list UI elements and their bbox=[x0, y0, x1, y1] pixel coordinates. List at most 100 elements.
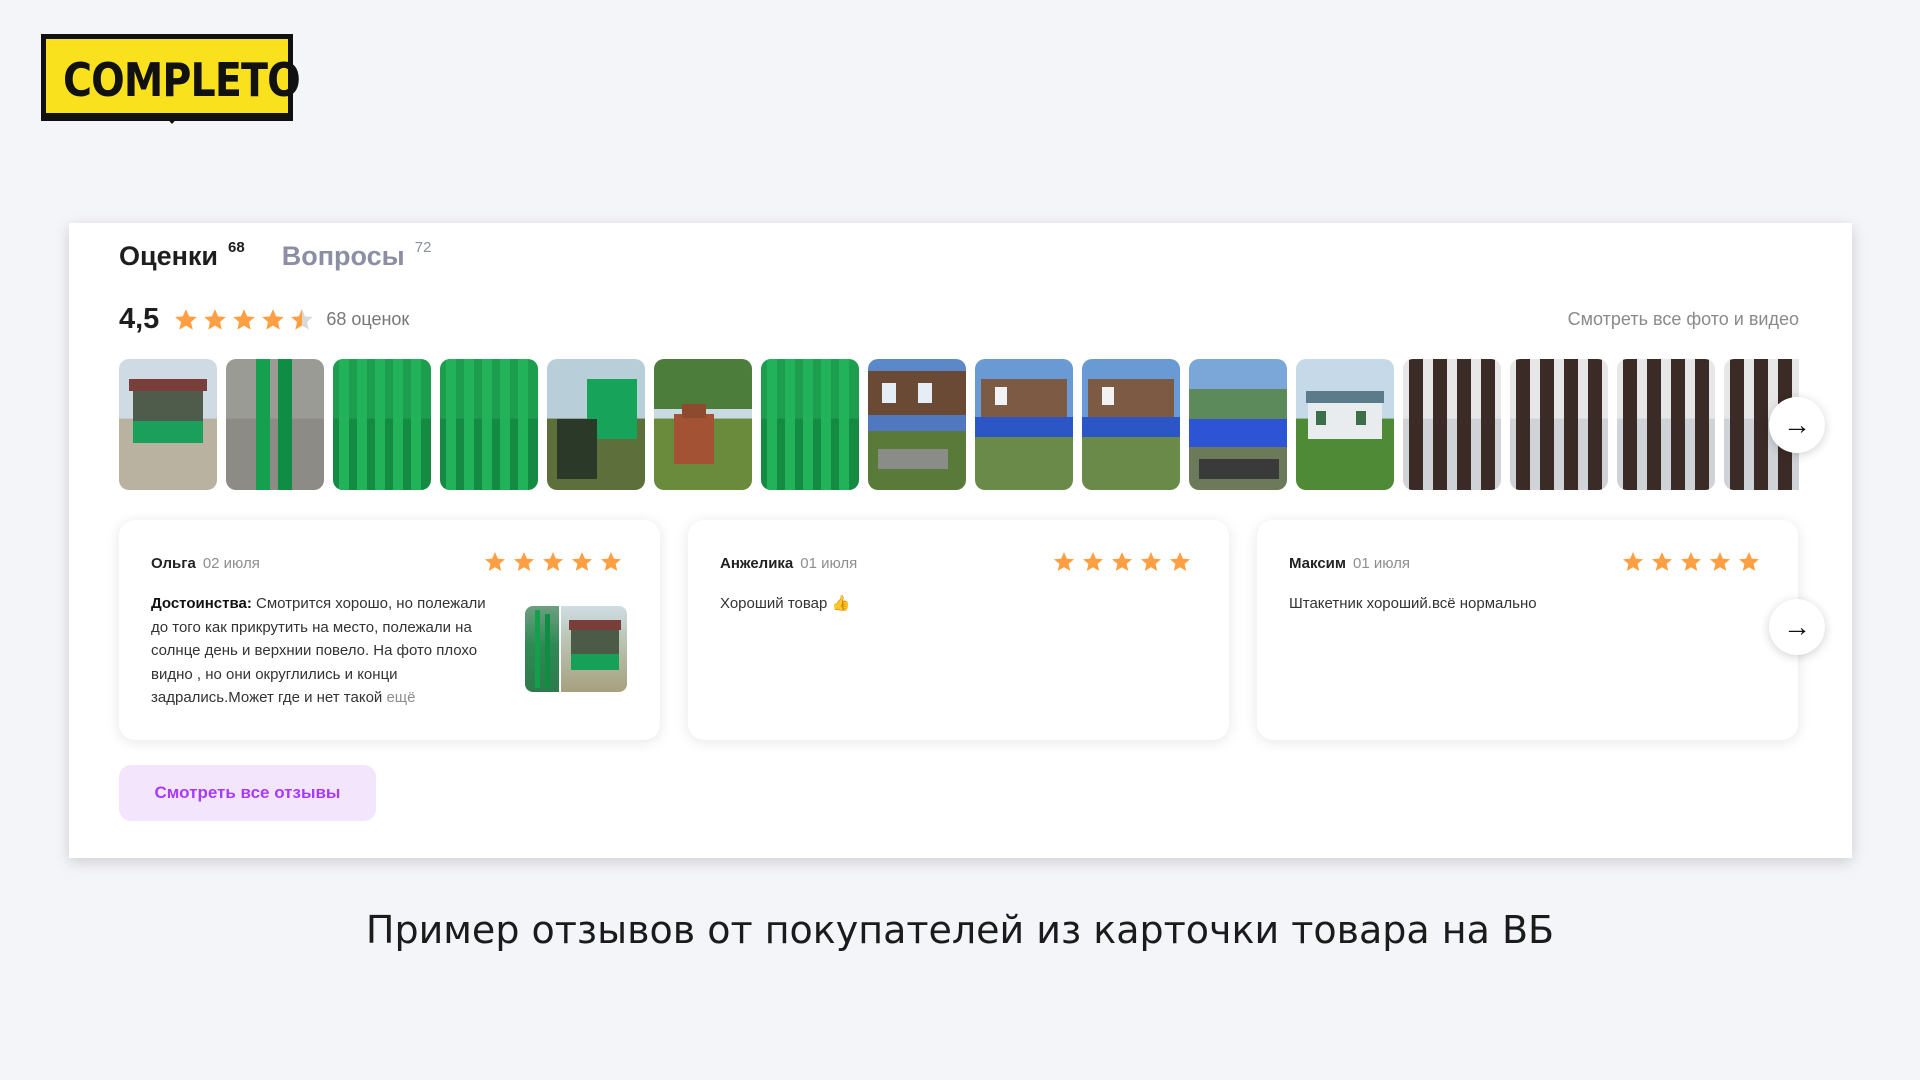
photo-detail bbox=[1564, 359, 1578, 490]
review-date: 01 июля bbox=[1353, 555, 1411, 572]
review-stars bbox=[1621, 550, 1766, 574]
star-full-icon bbox=[1083, 552, 1103, 571]
star-full-icon bbox=[485, 552, 505, 571]
tab-questions[interactable]: Вопросы 72 bbox=[281, 239, 432, 272]
review-text: Штакетник хороший.всё нормально bbox=[1289, 592, 1644, 616]
reviews-next-button[interactable]: → bbox=[1769, 599, 1825, 655]
photo-detail bbox=[129, 379, 207, 391]
house-blue-fence-photo[interactable] bbox=[975, 359, 1073, 490]
review-author: Ольга bbox=[151, 555, 196, 572]
photo-detail bbox=[446, 359, 456, 490]
star-full-icon bbox=[1141, 552, 1161, 571]
brick-oven-photo[interactable] bbox=[654, 359, 752, 490]
review-stars bbox=[483, 550, 628, 574]
photo-detail bbox=[482, 359, 492, 490]
brown-fence-photo[interactable] bbox=[1403, 359, 1501, 490]
photo-detail bbox=[278, 359, 292, 490]
photo-detail bbox=[995, 387, 1007, 405]
photo-detail bbox=[654, 359, 752, 409]
review-photo-pickets bbox=[525, 606, 559, 692]
reviews-panel: Оценки 68 Вопросы 72 4,5 68 оценок Смотр… bbox=[69, 223, 1852, 858]
review-card[interactable]: Максим 01 июля Штакетник хороший.всё норм… bbox=[1257, 520, 1798, 740]
star-full-icon bbox=[1054, 552, 1074, 571]
photo-detail bbox=[1647, 359, 1661, 490]
photo-detail bbox=[1306, 391, 1384, 403]
photo-detail bbox=[767, 359, 777, 490]
brown-fence-photo[interactable] bbox=[1510, 359, 1608, 490]
photos-next-button[interactable]: → bbox=[1769, 397, 1825, 453]
review-photos[interactable] bbox=[525, 606, 627, 692]
star-full-icon bbox=[1710, 552, 1730, 571]
star-full-icon bbox=[233, 308, 256, 330]
photo-detail bbox=[256, 359, 270, 490]
tab-ratings[interactable]: Оценки 68 bbox=[119, 239, 245, 272]
green-fence-photo[interactable] bbox=[440, 359, 538, 490]
photo-detail bbox=[1671, 359, 1685, 490]
photo-detail bbox=[393, 359, 403, 490]
review-card[interactable]: Ольга 02 июля Достоинства: Смотрится хоро… bbox=[119, 520, 660, 740]
green-pickets-photo[interactable] bbox=[226, 359, 324, 490]
photo-detail bbox=[133, 421, 203, 443]
photo-detail bbox=[1695, 359, 1709, 490]
photo-detail bbox=[1316, 411, 1326, 425]
tab-questions-count: 72 bbox=[414, 239, 432, 256]
rating-stars bbox=[173, 307, 318, 333]
logo-badge: COMPLETO bbox=[41, 34, 301, 118]
star-half-icon bbox=[291, 308, 314, 330]
photo-detail bbox=[1730, 359, 1744, 490]
star-full-icon bbox=[1623, 552, 1643, 571]
star-full-icon bbox=[1652, 552, 1672, 571]
star-full-icon bbox=[262, 308, 285, 330]
photo-strip bbox=[119, 359, 1799, 490]
review-header: Максим 01 июля bbox=[1289, 555, 1410, 572]
fence-garden-photo[interactable] bbox=[547, 359, 645, 490]
photo-detail bbox=[785, 359, 795, 490]
photo-detail bbox=[1540, 359, 1554, 490]
arrow-right-icon: → bbox=[1783, 409, 1811, 440]
photo-detail bbox=[821, 359, 831, 490]
see-all-reviews-button[interactable]: Смотреть все отзывы bbox=[119, 765, 376, 821]
tab-ratings-count: 68 bbox=[228, 239, 245, 256]
photo-detail bbox=[1356, 411, 1366, 425]
review-text-body: Хороший товар 👍 bbox=[720, 595, 851, 612]
photo-detail bbox=[868, 415, 966, 431]
photo-detail bbox=[518, 359, 528, 490]
brown-fence-photo[interactable] bbox=[1617, 359, 1715, 490]
star-full-icon bbox=[175, 308, 198, 330]
review-text-body: Штакетник хороший.всё нормально bbox=[1289, 595, 1537, 612]
house-fence-photo[interactable] bbox=[868, 359, 966, 490]
house-blue-fence-photo[interactable] bbox=[1082, 359, 1180, 490]
photo-detail bbox=[1623, 359, 1637, 490]
photo-detail bbox=[1102, 387, 1114, 405]
review-more-link[interactable]: ещё bbox=[386, 689, 415, 706]
tab-questions-label: Вопросы bbox=[281, 241, 405, 271]
arrow-right-icon: → bbox=[1783, 611, 1811, 642]
star-full-icon bbox=[204, 308, 227, 330]
photo-detail bbox=[839, 359, 849, 490]
photo-detail bbox=[464, 359, 474, 490]
green-fence-photo[interactable] bbox=[333, 359, 431, 490]
photo-detail bbox=[1409, 359, 1423, 490]
review-text-label: Достоинства: bbox=[151, 595, 252, 612]
see-all-media-link[interactable]: Смотреть все фото и видео bbox=[1568, 309, 1799, 330]
green-fence-photo[interactable] bbox=[761, 359, 859, 490]
photo-detail bbox=[1516, 359, 1530, 490]
photo-detail bbox=[1199, 459, 1279, 479]
photo-detail bbox=[411, 359, 421, 490]
gazebo-photo[interactable] bbox=[119, 359, 217, 490]
star-full-icon bbox=[1170, 552, 1190, 571]
review-header: Ольга 02 июля bbox=[151, 555, 260, 572]
review-author: Анжелика bbox=[720, 555, 794, 572]
average-rating: 4,5 bbox=[119, 303, 160, 335]
star-full-icon bbox=[1112, 552, 1132, 571]
star-full-icon bbox=[572, 552, 592, 571]
photo-detail bbox=[674, 414, 714, 464]
photo-detail bbox=[375, 359, 385, 490]
photo-detail bbox=[1433, 359, 1447, 490]
photo-detail bbox=[918, 383, 932, 403]
review-card[interactable]: Анжелика 01 июля Хороший товар 👍 bbox=[688, 520, 1229, 740]
review-date: 01 июля bbox=[800, 555, 858, 572]
white-house-photo[interactable] bbox=[1296, 359, 1394, 490]
completo-logo: COMPLETO bbox=[41, 34, 301, 124]
blue-fence-photo[interactable] bbox=[1189, 359, 1287, 490]
